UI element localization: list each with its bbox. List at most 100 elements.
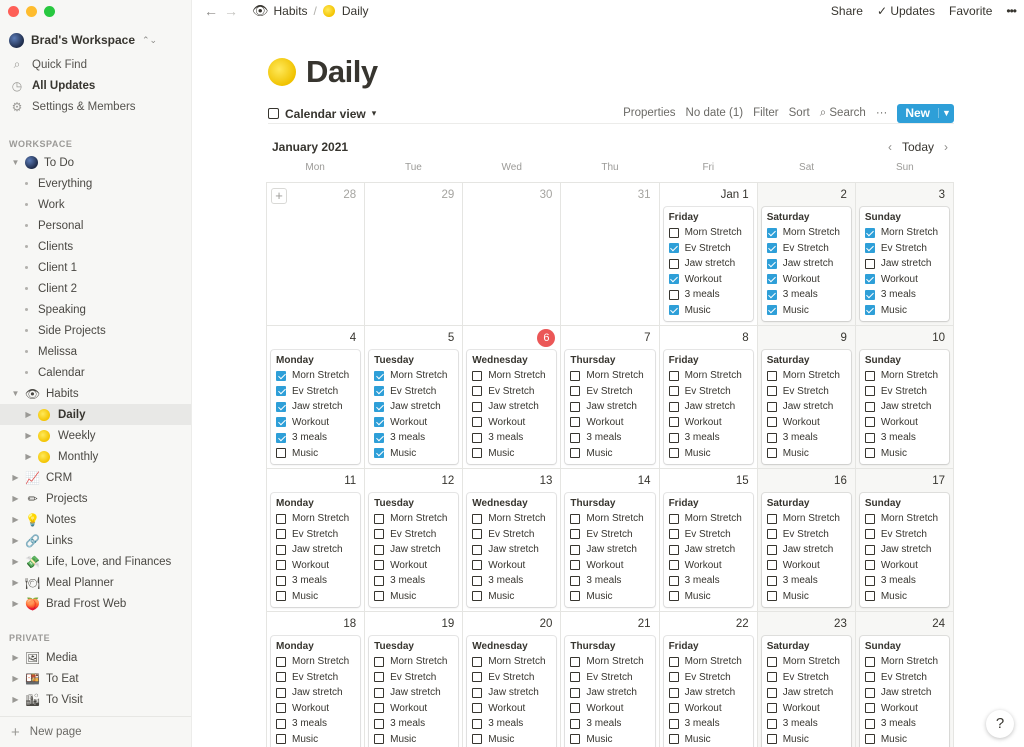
calendar-day-cell[interactable]: 16 Saturday Morn Stretch Ev Stretch Jaw stre… (757, 469, 856, 612)
habit-checkbox[interactable] (374, 386, 385, 397)
calendar-day-cell[interactable]: 29 (365, 183, 464, 326)
sidebar-item-to-visit[interactable]: ▶ 🏙 To Visit (0, 689, 191, 710)
add-entry-button[interactable]: + (271, 188, 287, 204)
habit-checkbox[interactable] (864, 289, 875, 300)
habit-checkbox[interactable] (766, 289, 777, 300)
calendar-day-cell[interactable]: 23 Saturday Morn Stretch Ev Stretch Jaw stre… (757, 612, 856, 747)
sidebar-item-to-do[interactable]: ▼ To Do (0, 152, 191, 173)
habit-checkbox[interactable] (472, 513, 483, 524)
calendar-day-cell[interactable]: 11 Monday Morn Stretch Ev Stretch Jaw stretc… (267, 469, 366, 612)
sidebar-top-item[interactable]: ⚙ Settings & Members (0, 96, 191, 117)
calendar-day-cell[interactable]: 10 Sunday Morn Stretch Ev Stretch Jaw stretc… (855, 326, 954, 469)
habit-checkbox[interactable] (374, 513, 385, 524)
habit-checkbox[interactable] (374, 672, 385, 683)
habit-checkbox[interactable] (374, 370, 385, 381)
habit-checkbox[interactable] (864, 734, 875, 745)
habit-checkbox[interactable] (472, 432, 483, 443)
view-action-no-date-1[interactable]: No date (1) (686, 107, 744, 119)
habit-checkbox[interactable] (374, 575, 385, 586)
caret-right-icon[interactable]: ▶ (11, 695, 20, 704)
caret-right-icon[interactable]: ▶ (11, 557, 20, 566)
habit-checkbox[interactable] (864, 432, 875, 443)
habit-checkbox[interactable] (864, 448, 875, 459)
sidebar-item-side-projects[interactable]: Side Projects (0, 320, 191, 341)
close-window-button[interactable] (8, 6, 19, 17)
habit-checkbox[interactable] (570, 401, 581, 412)
habit-checkbox[interactable] (766, 370, 777, 381)
habit-checkbox[interactable] (276, 575, 286, 586)
habit-checkbox[interactable] (276, 687, 286, 698)
habit-card[interactable]: Monday Morn Stretch Ev Stretch Jaw stretch W… (271, 636, 361, 747)
new-page-button[interactable]: + New page (0, 716, 191, 747)
habit-checkbox[interactable] (668, 417, 679, 428)
habit-checkbox[interactable] (472, 529, 483, 540)
habit-checkbox[interactable] (472, 370, 483, 381)
view-selector[interactable]: Calendar view ▾ (268, 107, 376, 121)
habit-checkbox[interactable] (570, 560, 581, 571)
habit-checkbox[interactable] (276, 513, 286, 524)
habit-card[interactable]: Monday Morn Stretch Ev Stretch Jaw stretch W… (271, 350, 361, 464)
habit-checkbox[interactable] (864, 656, 875, 667)
habit-card[interactable]: Wednesday Morn Stretch Ev Stretch Jaw stret… (467, 493, 557, 607)
habit-checkbox[interactable] (766, 703, 777, 714)
habit-checkbox[interactable] (472, 544, 483, 555)
more-options-icon[interactable]: ··· (876, 107, 888, 119)
prev-month-icon[interactable]: ‹ (888, 140, 892, 154)
habit-checkbox[interactable] (766, 386, 777, 397)
habit-checkbox[interactable] (766, 243, 777, 254)
calendar-day-cell[interactable]: 4 Monday Morn Stretch Ev Stretch Jaw stretch… (267, 326, 366, 469)
habit-checkbox[interactable] (668, 591, 679, 602)
today-button[interactable]: Today (902, 140, 934, 154)
habit-checkbox[interactable] (276, 703, 286, 714)
page-title[interactable]: Daily (306, 54, 378, 90)
caret-right-icon[interactable]: ▶ (11, 578, 20, 587)
calendar-day-cell[interactable]: 5 Tuesday Morn Stretch Ev Stretch Jaw stretc… (365, 326, 464, 469)
breadcrumb-daily[interactable]: Daily (322, 4, 369, 18)
habit-checkbox[interactable] (864, 591, 875, 602)
habit-checkbox[interactable] (570, 703, 581, 714)
sidebar-item-clients[interactable]: Clients (0, 236, 191, 257)
habit-checkbox[interactable] (668, 575, 679, 586)
habit-checkbox[interactable] (374, 656, 385, 667)
calendar-day-cell[interactable]: 30 (463, 183, 562, 326)
habit-checkbox[interactable] (374, 703, 385, 714)
habit-checkbox[interactable] (668, 703, 679, 714)
habit-checkbox[interactable] (668, 274, 679, 285)
habit-checkbox[interactable] (570, 386, 581, 397)
habit-card[interactable]: Friday Morn Stretch Ev Stretch Jaw stretch W… (663, 350, 753, 464)
habit-checkbox[interactable] (570, 591, 581, 602)
habit-checkbox[interactable] (276, 401, 286, 412)
habit-checkbox[interactable] (766, 432, 777, 443)
habit-checkbox[interactable] (374, 529, 385, 540)
habit-checkbox[interactable] (374, 687, 385, 698)
caret-right-icon[interactable]: ▶ (11, 599, 20, 608)
habit-checkbox[interactable] (570, 417, 581, 428)
habit-checkbox[interactable] (276, 544, 286, 555)
sidebar-item-client-1[interactable]: Client 1 (0, 257, 191, 278)
habit-checkbox[interactable] (766, 718, 777, 729)
habit-checkbox[interactable] (668, 687, 679, 698)
habit-checkbox[interactable] (570, 718, 581, 729)
habit-checkbox[interactable] (374, 544, 385, 555)
sidebar-item-media[interactable]: ▶ 🖼 Media (0, 647, 191, 668)
habit-checkbox[interactable] (374, 401, 385, 412)
caret-right-icon[interactable]: ▶ (24, 452, 33, 461)
habit-checkbox[interactable] (472, 656, 483, 667)
habit-checkbox[interactable] (374, 448, 385, 459)
habit-checkbox[interactable] (766, 591, 777, 602)
calendar-day-cell[interactable]: 24 Sunday Morn Stretch Ev Stretch Jaw stretc… (855, 612, 954, 747)
habit-checkbox[interactable] (864, 305, 875, 316)
habit-checkbox[interactable] (472, 401, 483, 412)
habit-checkbox[interactable] (668, 370, 679, 381)
habit-checkbox[interactable] (276, 591, 286, 602)
habit-checkbox[interactable] (570, 575, 581, 586)
sidebar-item-melissa[interactable]: Melissa (0, 341, 191, 362)
habit-checkbox[interactable] (864, 258, 875, 269)
habit-checkbox[interactable] (472, 417, 483, 428)
calendar-day-cell[interactable]: 13 Wednesday Morn Stretch Ev Stretch Jaw str… (463, 469, 562, 612)
habit-card[interactable]: Tuesday Morn Stretch Ev Stretch Jaw stretch… (369, 636, 459, 747)
habit-checkbox[interactable] (276, 417, 286, 428)
habit-card[interactable]: Monday Morn Stretch Ev Stretch Jaw stretch W… (271, 493, 361, 607)
workspace-switcher[interactable]: Brad's Workspace ⌃⌄ (9, 31, 183, 49)
habit-checkbox[interactable] (766, 560, 777, 571)
